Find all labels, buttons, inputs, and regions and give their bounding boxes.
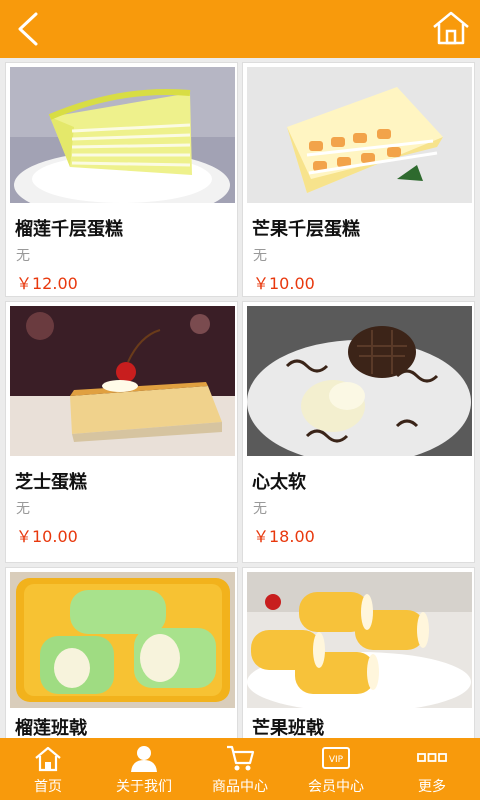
home-icon bbox=[433, 11, 469, 45]
product-image[interactable] bbox=[247, 572, 472, 708]
product-price: ￥18.00 bbox=[253, 527, 315, 546]
more-icon bbox=[417, 753, 447, 762]
product-image[interactable] bbox=[10, 572, 235, 708]
product-description: 无 bbox=[16, 501, 30, 517]
nav-label: 关于我们 bbox=[116, 779, 172, 795]
product-image[interactable] bbox=[10, 67, 235, 203]
home-button[interactable] bbox=[430, 7, 472, 49]
product-description: 无 bbox=[16, 248, 30, 264]
product-name[interactable]: 榴莲千层蛋糕 bbox=[15, 215, 123, 241]
back-button[interactable] bbox=[6, 6, 52, 52]
product-card[interactable]: 芝士蛋糕 无 ￥10.00 bbox=[5, 301, 238, 563]
product-name[interactable]: 心太软 bbox=[252, 468, 306, 494]
product-price: ￥10.00 bbox=[16, 527, 78, 546]
product-card[interactable]: 芒果千层蛋糕 无 ￥10.00 bbox=[242, 62, 475, 297]
product-price: ￥12.00 bbox=[16, 274, 78, 293]
product-card[interactable]: 芒果班戟 bbox=[242, 567, 475, 738]
product-name[interactable]: 芒果班戟 bbox=[252, 714, 324, 738]
product-price: ￥10.00 bbox=[253, 274, 315, 293]
product-name[interactable]: 芒果千层蛋糕 bbox=[252, 215, 360, 241]
product-grid: 榴莲千层蛋糕 无 ￥12.00 芒果千层蛋糕 无 ￥10.00 芝士蛋糕 无 ￥… bbox=[0, 58, 480, 738]
cart-icon bbox=[227, 745, 255, 771]
bottom-nav: 首页 关于我们 商品中心 VIP 会员中心 更多 bbox=[0, 738, 480, 800]
product-image[interactable] bbox=[10, 306, 235, 456]
vip-icon: VIP bbox=[322, 747, 350, 769]
nav-item-products[interactable]: 商品中心 bbox=[192, 738, 288, 800]
product-description: 无 bbox=[253, 248, 267, 264]
product-card[interactable]: 榴莲班戟 bbox=[5, 567, 238, 738]
nav-label: 商品中心 bbox=[212, 779, 268, 795]
nav-item-home[interactable]: 首页 bbox=[0, 738, 96, 800]
chevron-left-icon bbox=[18, 12, 38, 46]
product-card[interactable]: 榴莲千层蛋糕 无 ￥12.00 bbox=[5, 62, 238, 297]
product-description: 无 bbox=[253, 501, 267, 517]
user-icon bbox=[131, 746, 157, 772]
nav-item-more[interactable]: 更多 bbox=[384, 738, 480, 800]
product-card[interactable]: 心太软 无 ￥18.00 bbox=[242, 301, 475, 563]
nav-label: 更多 bbox=[418, 779, 446, 795]
product-name[interactable]: 榴莲班戟 bbox=[15, 714, 87, 738]
nav-item-about[interactable]: 关于我们 bbox=[96, 738, 192, 800]
top-bar bbox=[0, 0, 480, 58]
product-image[interactable] bbox=[247, 306, 472, 456]
nav-item-member[interactable]: VIP 会员中心 bbox=[288, 738, 384, 800]
product-image[interactable] bbox=[247, 67, 472, 203]
nav-label: 首页 bbox=[34, 779, 62, 795]
svg-text:VIP: VIP bbox=[329, 755, 344, 765]
home-icon bbox=[35, 746, 61, 772]
nav-label: 会员中心 bbox=[308, 779, 364, 795]
product-name[interactable]: 芝士蛋糕 bbox=[15, 468, 87, 494]
